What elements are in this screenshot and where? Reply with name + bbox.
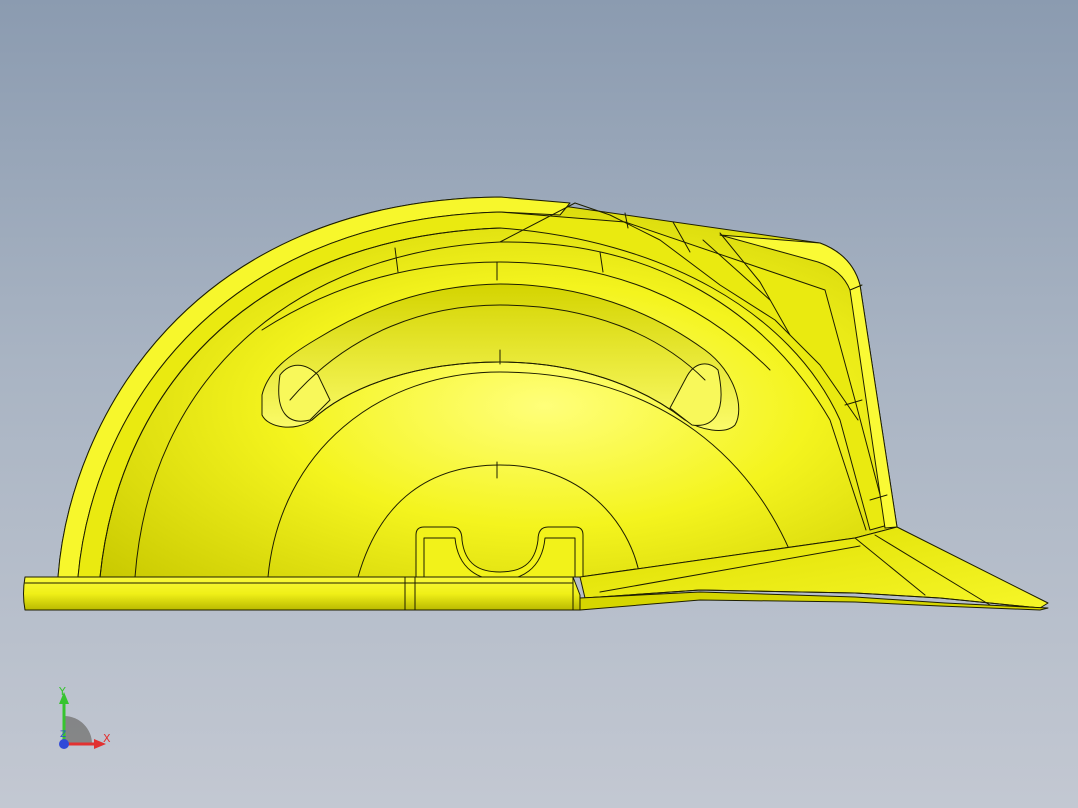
helmet-shell — [57, 196, 898, 578]
hard-hat-model[interactable] — [0, 0, 1078, 808]
orientation-triad[interactable]: Y X Z — [40, 680, 130, 770]
z-axis-label: Z — [60, 730, 67, 740]
triad-axes — [59, 692, 106, 749]
graphics-viewport[interactable]: Y X Z — [0, 0, 1078, 808]
x-axis-label: X — [103, 732, 111, 745]
y-axis-label: Y — [59, 685, 66, 698]
helmet-brim-rim — [23, 576, 581, 611]
